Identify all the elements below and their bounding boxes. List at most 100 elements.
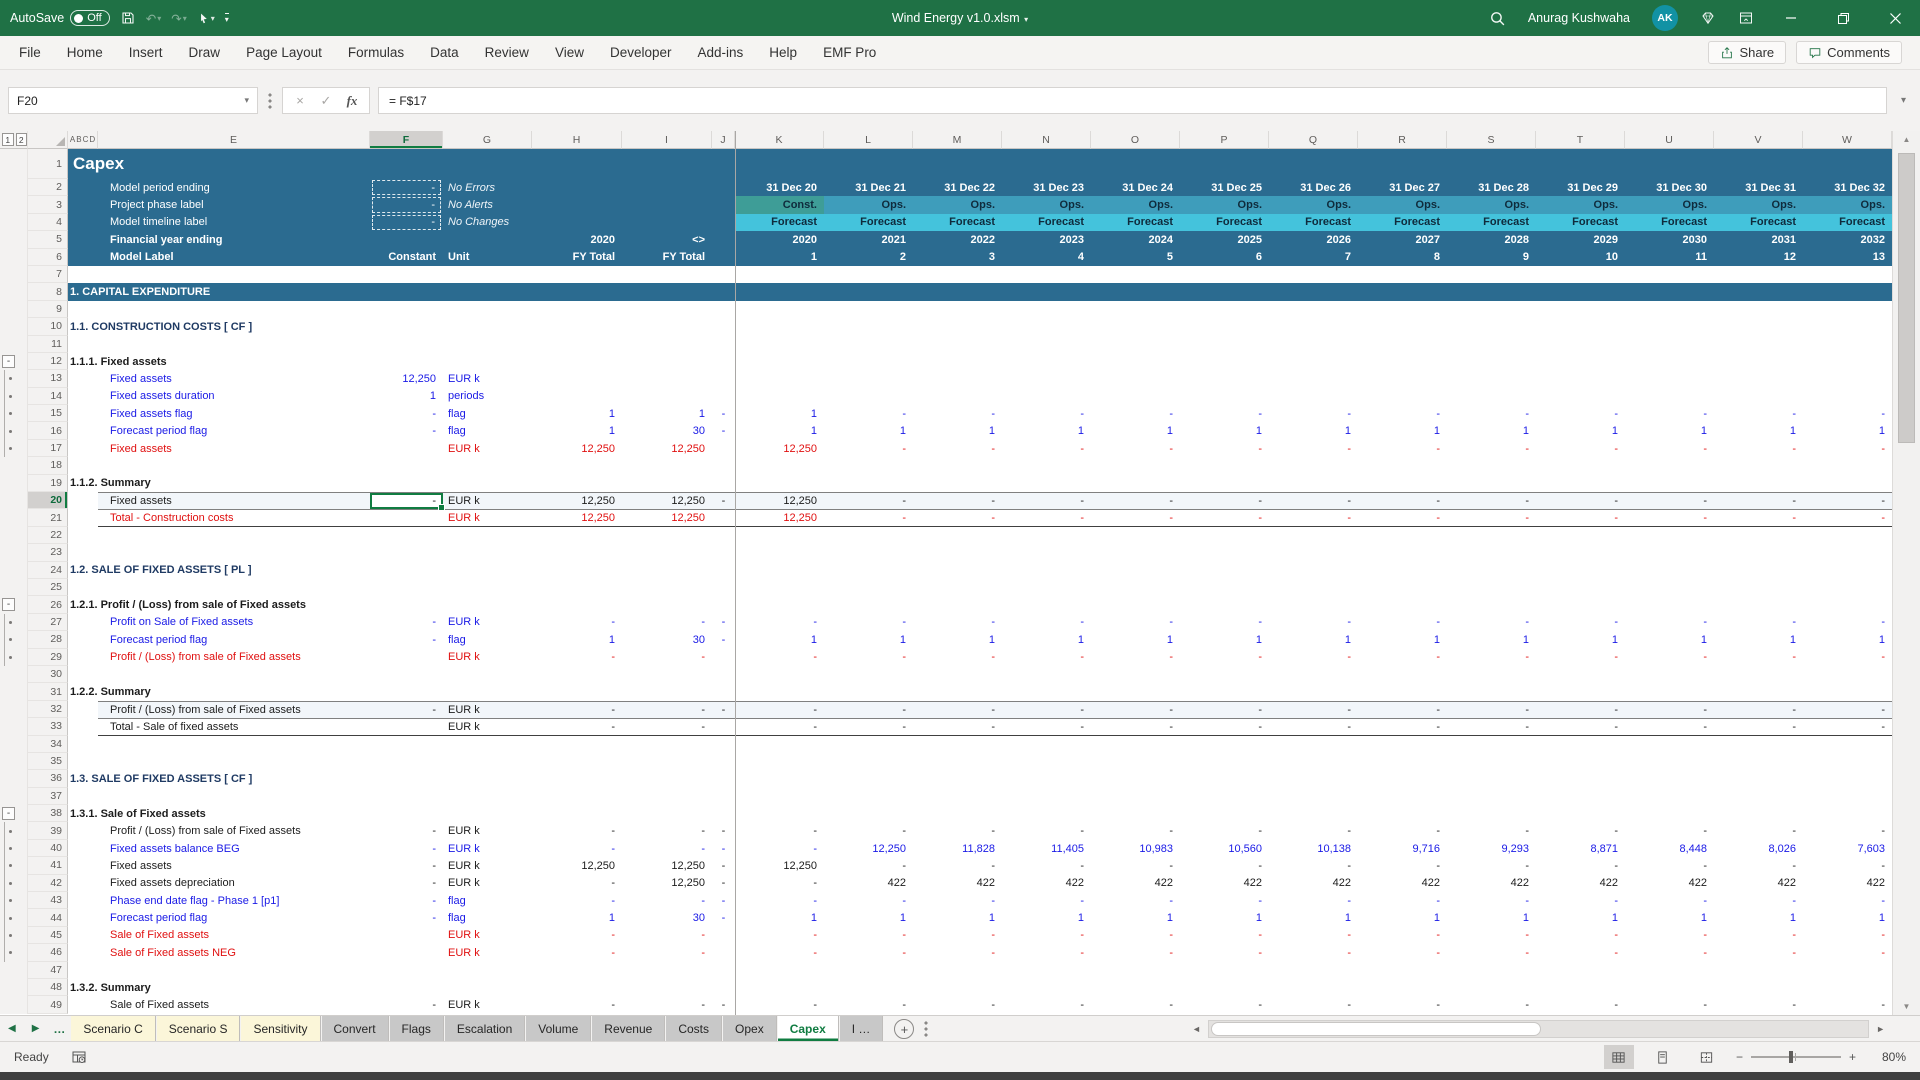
cell-V16[interactable]: 1 [1714,422,1803,439]
formula-bar-expand-icon[interactable]: ▾ [1895,95,1912,106]
cell-T27[interactable]: - [1536,614,1625,631]
cell-Q37[interactable] [1269,788,1358,805]
cell-V44[interactable]: 1 [1714,909,1803,926]
cell-L18[interactable] [824,457,913,474]
cell-R37[interactable] [1358,788,1447,805]
cell-H48[interactable] [532,979,622,996]
cell-M35[interactable] [913,753,1002,770]
cell-K19[interactable] [735,475,824,492]
cell-O15[interactable]: - [1091,405,1180,422]
cell-G16[interactable]: flag [443,422,532,439]
cell-U24[interactable] [1625,562,1714,579]
cell-M21[interactable]: - [913,509,1002,527]
cell-E26[interactable]: 1.2.1. Profit / (Loss) from sale of Fixe… [68,596,370,613]
cell-N20[interactable]: - [1002,492,1091,510]
cell-O39[interactable]: - [1091,822,1180,839]
cell-S49[interactable]: - [1447,996,1536,1013]
cell-Q33[interactable]: - [1269,718,1358,736]
customize-quick-access-icon[interactable]: ▾ [224,12,229,24]
row-header-10[interactable]: 10 [28,318,68,336]
cell-H22[interactable] [532,527,622,544]
new-sheet-button[interactable]: + [894,1019,915,1039]
cell-W28[interactable]: 1 [1803,631,1892,648]
cell-T28[interactable]: 1 [1536,631,1625,648]
cell-I6[interactable]: FY Total [622,248,712,266]
hscroll-left-icon[interactable]: ◄ [1185,1024,1208,1034]
cell-U34[interactable] [1625,736,1714,753]
cell-S32[interactable]: - [1447,700,1536,719]
cell-N3[interactable]: Ops. [1002,196,1091,214]
cell-F21[interactable] [370,509,443,527]
cell-M8[interactable] [913,283,1002,301]
cell-E25[interactable] [98,579,370,596]
cell-J39[interactable]: - [712,822,735,839]
col-header-T[interactable]: T [1536,131,1625,149]
cell-U31[interactable] [1625,683,1714,700]
cell-E23[interactable] [98,544,370,561]
cell-E7[interactable] [98,266,370,283]
cell-ABCD3[interactable] [68,196,98,214]
cell-H31[interactable] [532,683,622,700]
cell-O41[interactable]: - [1091,857,1180,874]
cell-S9[interactable] [1447,301,1536,318]
row-header-7[interactable]: 7 [28,265,68,284]
enter-icon[interactable]: ✓ [313,93,339,109]
cell-M4[interactable]: Forecast [913,213,1002,232]
cell-H21[interactable]: 12,250 [532,509,622,527]
cell-N27[interactable]: - [1002,614,1091,631]
cell-N22[interactable] [1002,527,1091,544]
cell-Q48[interactable] [1269,979,1358,996]
cell-E1[interactable]: Capex [68,149,370,179]
cell-E31[interactable]: 1.2.2. Summary [68,683,370,700]
cell-S14[interactable] [1447,388,1536,405]
cell-Q34[interactable] [1269,736,1358,753]
cell-T25[interactable] [1536,579,1625,596]
cell-V42[interactable]: 422 [1714,875,1803,892]
cell-ABCD43[interactable] [68,892,98,909]
restore-button[interactable] [1828,3,1858,33]
cell-W7[interactable] [1803,266,1892,283]
document-title[interactable]: Wind Energy v1.0.xlsm [892,11,1020,25]
cell-U29[interactable]: - [1625,649,1714,666]
sheet-overflow-icon[interactable]: … [47,1016,71,1041]
cell-O14[interactable] [1091,388,1180,405]
cell-F36[interactable] [370,770,443,787]
cell-I13[interactable] [622,370,712,387]
cell-ABCD25[interactable] [68,579,98,596]
cell-U36[interactable] [1625,770,1714,787]
cell-G25[interactable] [443,579,532,596]
cell-K41[interactable]: 12,250 [735,857,824,874]
cell-U9[interactable] [1625,301,1714,318]
cell-W46[interactable]: - [1803,944,1892,961]
cell-W44[interactable]: 1 [1803,909,1892,926]
cell-O5[interactable]: 2024 [1091,231,1180,249]
cell-L44[interactable]: 1 [824,909,913,926]
cell-K15[interactable]: 1 [735,405,824,422]
cell-L13[interactable] [824,370,913,387]
cell-Q19[interactable] [1269,475,1358,492]
cell-V31[interactable] [1714,683,1803,700]
cell-N5[interactable]: 2023 [1002,231,1091,249]
cell-V24[interactable] [1714,562,1803,579]
cell-N34[interactable] [1002,736,1091,753]
sheet-tab-sensitivity[interactable]: Sensitivity [241,1016,321,1041]
cell-J21[interactable] [712,509,735,527]
cell-T12[interactable] [1536,353,1625,370]
cell-F20[interactable]: - [370,492,445,512]
cell-O1[interactable] [1091,149,1180,179]
cell-U43[interactable]: - [1625,892,1714,909]
cell-N15[interactable]: - [1002,405,1091,422]
cell-S13[interactable] [1447,370,1536,387]
cell-I32[interactable]: - [622,700,712,719]
cell-N17[interactable]: - [1002,440,1091,457]
cell-T23[interactable] [1536,544,1625,561]
cell-L6[interactable]: 2 [824,248,913,266]
cell-N46[interactable]: - [1002,944,1091,961]
scroll-down-icon[interactable]: ▼ [1893,1002,1920,1011]
cell-O34[interactable] [1091,736,1180,753]
cell-I14[interactable] [622,388,712,405]
cell-Q41[interactable]: - [1269,857,1358,874]
outline-level-2-button[interactable]: 2 [15,133,27,146]
cell-U21[interactable]: - [1625,509,1714,527]
cell-N48[interactable] [1002,979,1091,996]
